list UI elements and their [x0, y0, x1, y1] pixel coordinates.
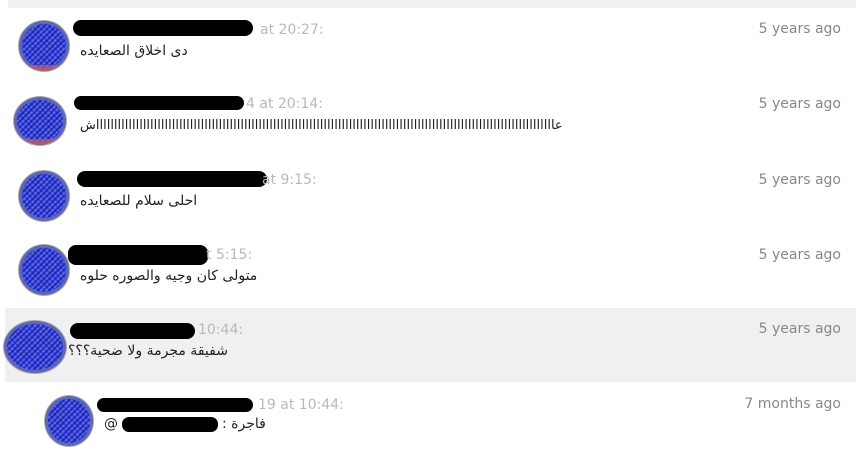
- reply-item: 19 at 10:44: 7 months ago @ فاجرة :: [0, 382, 856, 457]
- comment-timestamp: 10:44:: [198, 322, 244, 338]
- redacted-mention[interactable]: [122, 416, 218, 432]
- comment-text: دى اخلاق الصعايده: [80, 43, 188, 59]
- comment-text: فاجرة :: [222, 416, 266, 432]
- mention-at-sign: @: [104, 416, 118, 432]
- comment-age[interactable]: 7 months ago: [744, 396, 841, 412]
- comment-text: متولى كان وجيه والصوره حلوه: [80, 268, 258, 284]
- comment-text: احلى سلام للصعايده: [80, 193, 198, 209]
- redacted-username: [73, 20, 253, 36]
- avatar[interactable]: [13, 96, 67, 146]
- redacted-username: [70, 323, 195, 339]
- comment-age[interactable]: 5 years ago: [759, 96, 841, 112]
- redacted-username: [77, 171, 267, 187]
- redacted-username: [74, 96, 244, 110]
- comment-item: at 20:27: 5 years ago دى اخلاق الصعايده: [0, 8, 856, 84]
- comment-timestamp: at 20:27:: [260, 22, 324, 38]
- comment-item: at 9:15: 5 years ago احلى سلام للصعايده: [0, 160, 856, 236]
- avatar[interactable]: [18, 170, 70, 222]
- redacted-username: [97, 398, 253, 412]
- comment-text: عااااااااااااااااااااااااااااااااااااااا…: [80, 118, 564, 133]
- comment-timestamp: 4 at 20:14:: [246, 96, 323, 112]
- comment-timestamp: t 5:15:: [206, 247, 253, 263]
- comment-age[interactable]: 5 years ago: [759, 321, 841, 337]
- reply-text-row: @ فاجرة :: [104, 416, 266, 432]
- comment-age[interactable]: 5 years ago: [759, 21, 841, 37]
- avatar[interactable]: [18, 244, 70, 296]
- comment-age[interactable]: 5 years ago: [759, 247, 841, 263]
- comment-item: 4 at 20:14: 5 years ago عااااااااااااااا…: [0, 84, 856, 160]
- comment-item: t 5:15: 5 years ago متولى كان وجيه والصو…: [0, 236, 856, 308]
- comment-timestamp: 19 at 10:44:: [258, 397, 344, 413]
- avatar[interactable]: [3, 320, 67, 374]
- avatar[interactable]: [44, 395, 94, 447]
- comment-timestamp: at 9:15:: [262, 172, 317, 188]
- comment-item-highlighted: 10:44: 5 years ago شفيقة مجرمة ولا ضحية؟…: [3, 308, 856, 382]
- top-bar: [8, 0, 856, 8]
- avatar[interactable]: [18, 20, 70, 72]
- redacted-username: [68, 245, 208, 265]
- comment-text: شفيقة مجرمة ولا ضحية؟؟؟: [68, 343, 228, 359]
- comment-age[interactable]: 5 years ago: [759, 172, 841, 188]
